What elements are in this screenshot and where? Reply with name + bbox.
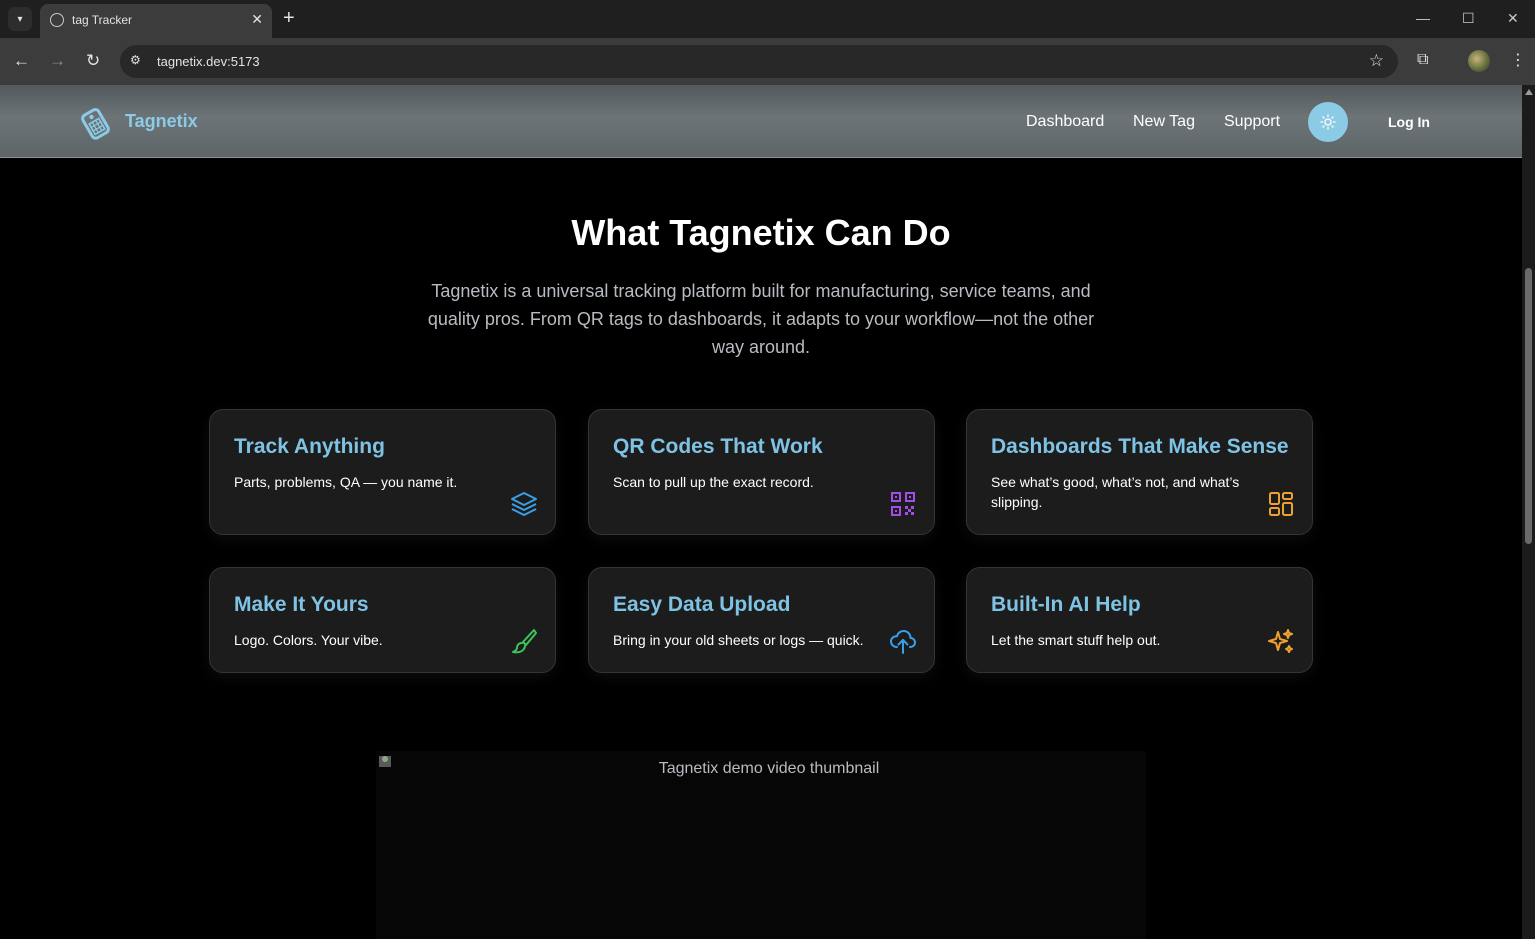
page-scrollbar[interactable] (1522, 85, 1535, 939)
back-icon[interactable]: ← (13, 51, 30, 71)
url-text[interactable]: tagnetix.dev:5173 (157, 54, 260, 69)
feature-text: Parts, problems, QA — you name it. (234, 474, 458, 490)
feature-text: Bring in your old sheets or logs — quick… (613, 632, 864, 648)
feature-title: Easy Data Upload (613, 593, 791, 616)
globe-icon (50, 13, 64, 27)
more-menu-icon[interactable]: ⋮ (1510, 50, 1526, 70)
browser-tab[interactable]: tag Tracker ✕ (40, 4, 272, 38)
nav-new-tag[interactable]: New Tag (1133, 113, 1195, 131)
demo-video-thumbnail[interactable]: Tagnetix demo video thumbnail (376, 751, 1146, 939)
feature-card-data-upload: Easy Data Upload Bring in your old sheet… (588, 567, 935, 673)
page-title: What Tagnetix Can Do (571, 212, 951, 253)
layers-icon (511, 492, 537, 516)
site-header: Tagnetix Dashboard New Tag Support Log I… (0, 85, 1522, 158)
hero-description: Tagnetix is a universal tracking platfor… (427, 281, 1095, 357)
cloud-upload-icon (890, 630, 916, 654)
site-info-icon[interactable]: ⚙ (130, 53, 146, 69)
feature-text: Logo. Colors. Your vibe. (234, 632, 383, 648)
tab-close-icon[interactable]: ✕ (251, 11, 263, 28)
scrollbar-thumb[interactable] (1525, 268, 1532, 544)
feature-title: QR Codes That Work (613, 435, 823, 458)
feature-card-qr-codes: QR Codes That Work Scan to pull up the e… (588, 409, 935, 535)
feature-text: Let the smart stuff help out. (991, 632, 1161, 648)
feature-title: Dashboards That Make Sense (991, 435, 1289, 458)
feature-card-ai-help: Built-In AI Help Let the smart stuff hel… (966, 567, 1313, 673)
address-bar[interactable]: ⚙ tagnetix.dev:5173 ☆ (120, 45, 1398, 78)
window-close-icon[interactable]: ✕ (1507, 10, 1519, 27)
feature-title: Track Anything (234, 435, 385, 458)
minimize-icon[interactable]: — (1416, 10, 1430, 26)
reload-icon[interactable]: ↻ (86, 51, 100, 71)
feature-text: Scan to pull up the exact record. (613, 474, 814, 490)
profile-avatar[interactable] (1468, 50, 1490, 72)
video-alt-text: Tagnetix demo video thumbnail (658, 760, 880, 777)
bookmark-star-icon[interactable]: ☆ (1369, 51, 1384, 71)
feature-text: See what’s good, what’s not, and what’s … (991, 474, 1240, 510)
nav-support[interactable]: Support (1224, 113, 1280, 131)
tab-list-button[interactable]: ▾ (8, 7, 32, 31)
maximize-icon[interactable]: ☐ (1462, 10, 1475, 27)
login-link[interactable]: Log In (1388, 114, 1430, 130)
browser-toolbar: ← → ↻ ⚙ tagnetix.dev:5173 ☆ ⧉ ⋮ (0, 38, 1535, 85)
page-viewport: Tagnetix Dashboard New Tag Support Log I… (0, 85, 1522, 939)
sun-icon (1320, 114, 1336, 130)
tag-logo-icon[interactable] (78, 105, 112, 141)
new-tab-button[interactable]: + (283, 8, 295, 28)
forward-icon[interactable]: → (49, 51, 66, 71)
extensions-icon[interactable]: ⧉ (1417, 51, 1428, 69)
scroll-up-arrow-icon[interactable] (1525, 89, 1533, 95)
theme-toggle-button[interactable] (1308, 102, 1348, 142)
browser-tab-bar: ▾ tag Tracker ✕ + — ☐ ✕ (0, 0, 1535, 38)
brush-icon (512, 629, 537, 654)
nav-dashboard[interactable]: Dashboard (1026, 113, 1104, 131)
feature-card-track-anything: Track Anything Parts, problems, QA — you… (209, 409, 556, 535)
dashboard-icon (1269, 492, 1293, 516)
tab-title: tag Tracker (72, 13, 133, 27)
brand-name[interactable]: Tagnetix (125, 111, 198, 132)
feature-title: Make It Yours (234, 593, 369, 616)
feature-card-make-it-yours: Make It Yours Logo. Colors. Your vibe. (209, 567, 556, 673)
qr-code-icon (891, 492, 915, 516)
feature-title: Built-In AI Help (991, 593, 1141, 616)
sparkles-icon (1268, 629, 1293, 653)
feature-card-dashboards: Dashboards That Make Sense See what’s go… (966, 409, 1313, 535)
